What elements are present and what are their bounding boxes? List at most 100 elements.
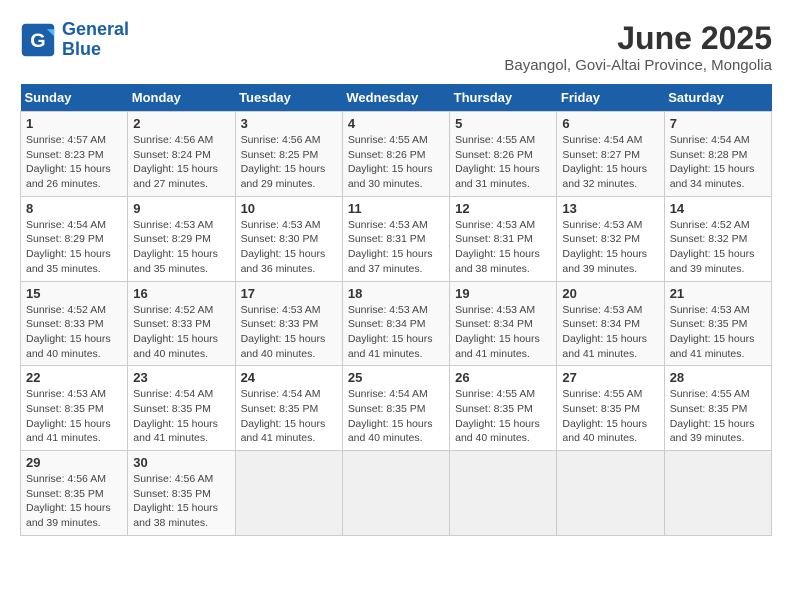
calendar-subtitle: Bayangol, Govi-Altai Province, Mongolia bbox=[504, 57, 772, 74]
day-detail: Sunrise: 4:52 AM Sunset: 8:32 PM Dayligh… bbox=[670, 218, 766, 277]
day-detail: Sunrise: 4:53 AM Sunset: 8:32 PM Dayligh… bbox=[562, 218, 658, 277]
logo-line2: Blue bbox=[62, 39, 101, 59]
day-detail: Sunrise: 4:53 AM Sunset: 8:34 PM Dayligh… bbox=[455, 303, 551, 362]
table-row: 14 Sunrise: 4:52 AM Sunset: 8:32 PM Dayl… bbox=[664, 196, 771, 281]
table-row bbox=[235, 451, 342, 536]
day-detail: Sunrise: 4:57 AM Sunset: 8:23 PM Dayligh… bbox=[26, 133, 122, 192]
day-number: 29 bbox=[26, 455, 122, 470]
day-detail: Sunrise: 4:54 AM Sunset: 8:29 PM Dayligh… bbox=[26, 218, 122, 277]
day-number: 18 bbox=[348, 286, 444, 301]
header: G General Blue June 2025 Bayangol, Govi-… bbox=[20, 20, 772, 74]
table-row: 21 Sunrise: 4:53 AM Sunset: 8:35 PM Dayl… bbox=[664, 281, 771, 366]
logo-text: General Blue bbox=[62, 20, 129, 60]
table-row: 12 Sunrise: 4:53 AM Sunset: 8:31 PM Dayl… bbox=[450, 196, 557, 281]
day-number: 5 bbox=[455, 116, 551, 131]
day-detail: Sunrise: 4:54 AM Sunset: 8:35 PM Dayligh… bbox=[133, 387, 229, 446]
col-sunday: Sunday bbox=[21, 84, 128, 112]
day-detail: Sunrise: 4:56 AM Sunset: 8:25 PM Dayligh… bbox=[241, 133, 337, 192]
day-number: 20 bbox=[562, 286, 658, 301]
calendar-week-row: 8 Sunrise: 4:54 AM Sunset: 8:29 PM Dayli… bbox=[21, 196, 772, 281]
table-row bbox=[664, 451, 771, 536]
day-number: 8 bbox=[26, 201, 122, 216]
table-row: 19 Sunrise: 4:53 AM Sunset: 8:34 PM Dayl… bbox=[450, 281, 557, 366]
table-row: 4 Sunrise: 4:55 AM Sunset: 8:26 PM Dayli… bbox=[342, 112, 449, 197]
table-row: 15 Sunrise: 4:52 AM Sunset: 8:33 PM Dayl… bbox=[21, 281, 128, 366]
day-number: 19 bbox=[455, 286, 551, 301]
day-number: 10 bbox=[241, 201, 337, 216]
table-row: 9 Sunrise: 4:53 AM Sunset: 8:29 PM Dayli… bbox=[128, 196, 235, 281]
table-row bbox=[450, 451, 557, 536]
day-number: 14 bbox=[670, 201, 766, 216]
day-number: 9 bbox=[133, 201, 229, 216]
day-detail: Sunrise: 4:56 AM Sunset: 8:35 PM Dayligh… bbox=[26, 472, 122, 531]
col-saturday: Saturday bbox=[664, 84, 771, 112]
logo-icon: G bbox=[20, 22, 56, 58]
table-row: 22 Sunrise: 4:53 AM Sunset: 8:35 PM Dayl… bbox=[21, 366, 128, 451]
table-row: 7 Sunrise: 4:54 AM Sunset: 8:28 PM Dayli… bbox=[664, 112, 771, 197]
day-number: 4 bbox=[348, 116, 444, 131]
day-number: 1 bbox=[26, 116, 122, 131]
day-detail: Sunrise: 4:53 AM Sunset: 8:33 PM Dayligh… bbox=[241, 303, 337, 362]
day-number: 16 bbox=[133, 286, 229, 301]
day-number: 26 bbox=[455, 370, 551, 385]
day-number: 12 bbox=[455, 201, 551, 216]
day-detail: Sunrise: 4:53 AM Sunset: 8:35 PM Dayligh… bbox=[670, 303, 766, 362]
day-number: 13 bbox=[562, 201, 658, 216]
table-row: 26 Sunrise: 4:55 AM Sunset: 8:35 PM Dayl… bbox=[450, 366, 557, 451]
day-number: 30 bbox=[133, 455, 229, 470]
svg-text:G: G bbox=[30, 30, 45, 52]
table-row: 29 Sunrise: 4:56 AM Sunset: 8:35 PM Dayl… bbox=[21, 451, 128, 536]
calendar-week-row: 1 Sunrise: 4:57 AM Sunset: 8:23 PM Dayli… bbox=[21, 112, 772, 197]
calendar-title: June 2025 bbox=[504, 20, 772, 57]
table-row: 2 Sunrise: 4:56 AM Sunset: 8:24 PM Dayli… bbox=[128, 112, 235, 197]
day-number: 2 bbox=[133, 116, 229, 131]
calendar-table: Sunday Monday Tuesday Wednesday Thursday… bbox=[20, 84, 772, 536]
table-row: 23 Sunrise: 4:54 AM Sunset: 8:35 PM Dayl… bbox=[128, 366, 235, 451]
table-row: 5 Sunrise: 4:55 AM Sunset: 8:26 PM Dayli… bbox=[450, 112, 557, 197]
table-row: 1 Sunrise: 4:57 AM Sunset: 8:23 PM Dayli… bbox=[21, 112, 128, 197]
day-number: 28 bbox=[670, 370, 766, 385]
table-row: 28 Sunrise: 4:55 AM Sunset: 8:35 PM Dayl… bbox=[664, 366, 771, 451]
table-row: 10 Sunrise: 4:53 AM Sunset: 8:30 PM Dayl… bbox=[235, 196, 342, 281]
day-detail: Sunrise: 4:56 AM Sunset: 8:35 PM Dayligh… bbox=[133, 472, 229, 531]
day-detail: Sunrise: 4:53 AM Sunset: 8:29 PM Dayligh… bbox=[133, 218, 229, 277]
day-detail: Sunrise: 4:54 AM Sunset: 8:28 PM Dayligh… bbox=[670, 133, 766, 192]
calendar-week-row: 22 Sunrise: 4:53 AM Sunset: 8:35 PM Dayl… bbox=[21, 366, 772, 451]
day-detail: Sunrise: 4:53 AM Sunset: 8:31 PM Dayligh… bbox=[455, 218, 551, 277]
day-detail: Sunrise: 4:55 AM Sunset: 8:35 PM Dayligh… bbox=[670, 387, 766, 446]
day-number: 27 bbox=[562, 370, 658, 385]
col-tuesday: Tuesday bbox=[235, 84, 342, 112]
col-monday: Monday bbox=[128, 84, 235, 112]
day-number: 17 bbox=[241, 286, 337, 301]
table-row: 16 Sunrise: 4:52 AM Sunset: 8:33 PM Dayl… bbox=[128, 281, 235, 366]
calendar-week-row: 15 Sunrise: 4:52 AM Sunset: 8:33 PM Dayl… bbox=[21, 281, 772, 366]
table-row: 18 Sunrise: 4:53 AM Sunset: 8:34 PM Dayl… bbox=[342, 281, 449, 366]
table-row: 27 Sunrise: 4:55 AM Sunset: 8:35 PM Dayl… bbox=[557, 366, 664, 451]
day-detail: Sunrise: 4:53 AM Sunset: 8:34 PM Dayligh… bbox=[348, 303, 444, 362]
logo: G General Blue bbox=[20, 20, 129, 60]
day-detail: Sunrise: 4:52 AM Sunset: 8:33 PM Dayligh… bbox=[26, 303, 122, 362]
day-detail: Sunrise: 4:55 AM Sunset: 8:26 PM Dayligh… bbox=[348, 133, 444, 192]
day-detail: Sunrise: 4:55 AM Sunset: 8:26 PM Dayligh… bbox=[455, 133, 551, 192]
day-number: 24 bbox=[241, 370, 337, 385]
table-row bbox=[342, 451, 449, 536]
title-section: June 2025 Bayangol, Govi-Altai Province,… bbox=[504, 20, 772, 74]
day-detail: Sunrise: 4:54 AM Sunset: 8:35 PM Dayligh… bbox=[241, 387, 337, 446]
table-row: 6 Sunrise: 4:54 AM Sunset: 8:27 PM Dayli… bbox=[557, 112, 664, 197]
day-number: 7 bbox=[670, 116, 766, 131]
calendar-week-row: 29 Sunrise: 4:56 AM Sunset: 8:35 PM Dayl… bbox=[21, 451, 772, 536]
table-row: 13 Sunrise: 4:53 AM Sunset: 8:32 PM Dayl… bbox=[557, 196, 664, 281]
table-row bbox=[557, 451, 664, 536]
day-detail: Sunrise: 4:54 AM Sunset: 8:35 PM Dayligh… bbox=[348, 387, 444, 446]
table-row: 3 Sunrise: 4:56 AM Sunset: 8:25 PM Dayli… bbox=[235, 112, 342, 197]
day-number: 6 bbox=[562, 116, 658, 131]
table-row: 30 Sunrise: 4:56 AM Sunset: 8:35 PM Dayl… bbox=[128, 451, 235, 536]
day-number: 23 bbox=[133, 370, 229, 385]
table-row: 11 Sunrise: 4:53 AM Sunset: 8:31 PM Dayl… bbox=[342, 196, 449, 281]
col-wednesday: Wednesday bbox=[342, 84, 449, 112]
day-detail: Sunrise: 4:53 AM Sunset: 8:35 PM Dayligh… bbox=[26, 387, 122, 446]
col-friday: Friday bbox=[557, 84, 664, 112]
day-detail: Sunrise: 4:54 AM Sunset: 8:27 PM Dayligh… bbox=[562, 133, 658, 192]
day-detail: Sunrise: 4:53 AM Sunset: 8:30 PM Dayligh… bbox=[241, 218, 337, 277]
day-number: 15 bbox=[26, 286, 122, 301]
